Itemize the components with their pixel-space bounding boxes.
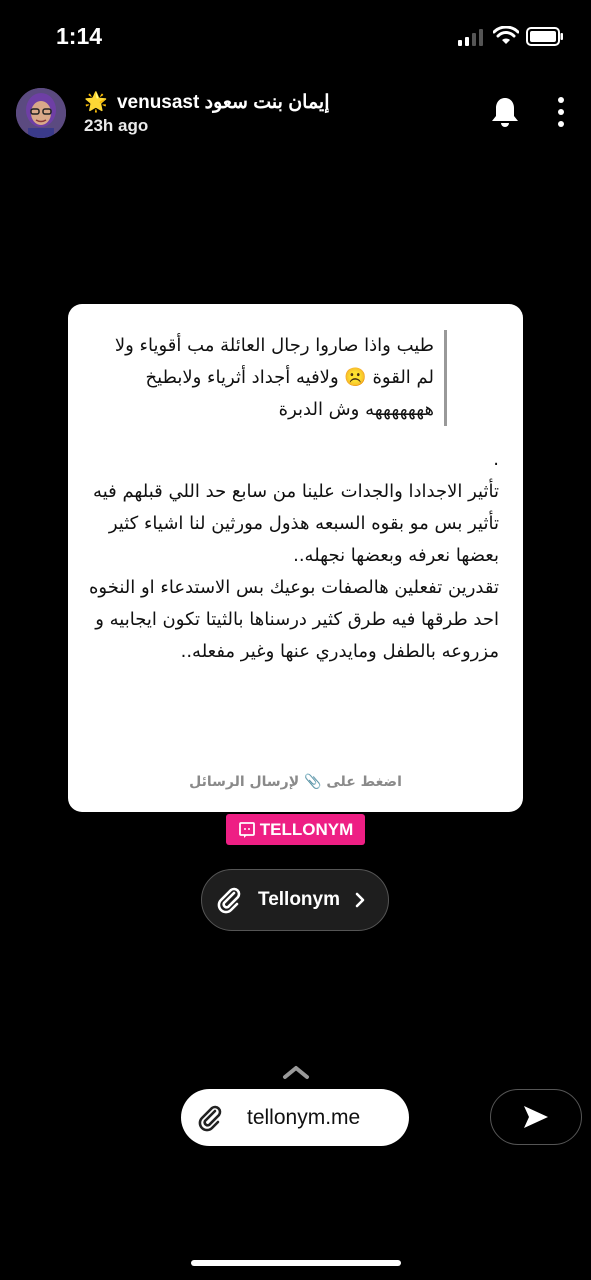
- star-emoji: 🌟: [84, 92, 108, 113]
- story-header: 🌟 venusast إيمان بنت سعود 23h ago: [0, 84, 591, 142]
- send-button[interactable]: [490, 1089, 582, 1145]
- chevron-up-icon[interactable]: [282, 1064, 310, 1080]
- bitmoji-avatar-icon: [16, 88, 66, 138]
- tellonym-badge: TELLONYM: [226, 814, 365, 845]
- send-hint: اضغط على 📎 لإرسال الرسائل: [189, 774, 402, 790]
- avatar[interactable]: [16, 88, 66, 138]
- answer-text: . تأثير الاجدادا والجدات علينا من سابع ح…: [88, 449, 499, 662]
- wifi-icon: [493, 26, 519, 44]
- more-options-icon[interactable]: [553, 96, 569, 128]
- username-text: venusast إيمان بنت سعود: [116, 92, 330, 113]
- status-bar: 1:14: [0, 0, 591, 76]
- battery-icon: [526, 27, 563, 46]
- url-attachment-button[interactable]: tellonym.me: [181, 1089, 409, 1146]
- send-arrow-icon: [524, 1106, 548, 1128]
- post-time: 23h ago: [84, 116, 149, 135]
- paperclip-icon: [217, 887, 241, 914]
- chevron-right-icon: [355, 892, 365, 908]
- tellonym-logo-icon: [238, 821, 255, 838]
- link-label: Tellonym: [258, 889, 340, 910]
- quoted-question: طيب واذا صاروا رجال العائلة مب أقوياء ول…: [114, 330, 447, 426]
- paperclip-icon: [198, 1105, 222, 1131]
- status-time: 1:14: [56, 23, 103, 49]
- badge-label: TELLONYM: [259, 819, 354, 839]
- tellonym-link-button[interactable]: Tellonym: [201, 869, 389, 931]
- message-card[interactable]: طيب واذا صاروا رجال العائلة مب أقوياء ول…: [68, 304, 523, 812]
- cellular-signal-icon: [458, 29, 483, 46]
- bell-icon[interactable]: [490, 96, 520, 128]
- url-label: tellonym.me: [247, 1105, 361, 1129]
- home-indicator[interactable]: [191, 1260, 401, 1266]
- username[interactable]: 🌟 venusast إيمان بنت سعود: [84, 90, 330, 114]
